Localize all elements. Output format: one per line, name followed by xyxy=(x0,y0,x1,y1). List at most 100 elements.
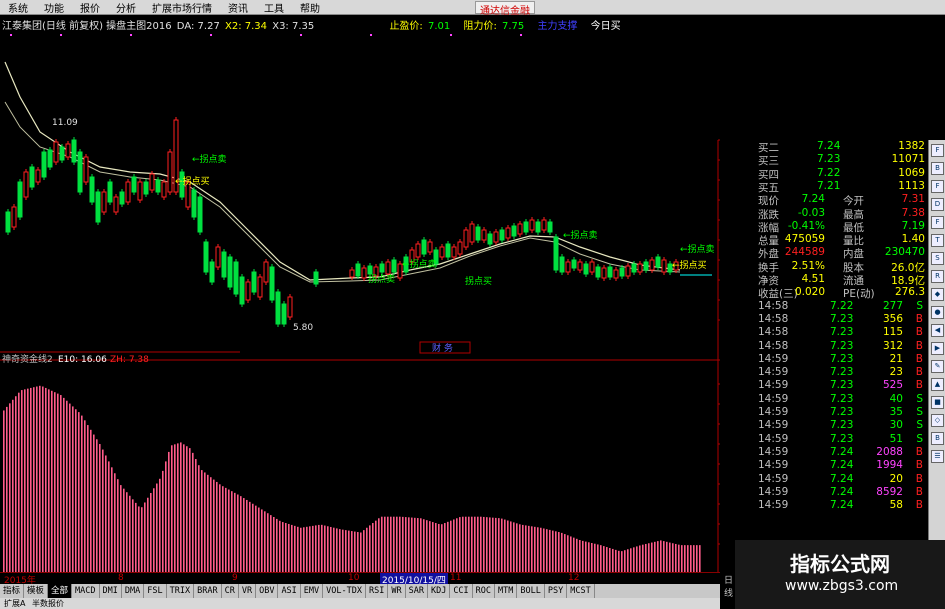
status-item[interactable]: 扩展A xyxy=(4,599,25,608)
tab-psy[interactable]: PSY xyxy=(545,584,568,598)
menu-analysis[interactable]: 分析 xyxy=(108,0,144,15)
quote-cell: B xyxy=(915,326,923,339)
candle xyxy=(125,181,131,203)
tab-boll[interactable]: BOLL xyxy=(517,584,545,598)
toolbar-icon-18[interactable]: ☰ xyxy=(931,450,944,463)
candle xyxy=(137,181,143,201)
indicator-bar xyxy=(645,543,647,572)
indicator-bar xyxy=(492,517,494,572)
tab-macd[interactable]: MACD xyxy=(72,584,100,598)
toolbar-icon-9[interactable]: ◆ xyxy=(931,288,944,301)
indicator-bar xyxy=(351,531,353,572)
candle xyxy=(415,243,421,258)
indicator-bar xyxy=(165,461,167,572)
toolbar-icon-3[interactable]: F xyxy=(931,180,944,193)
tab-mcst[interactable]: MCST xyxy=(567,584,595,598)
quote-cell: S xyxy=(916,419,923,432)
toolbar-icon-7[interactable]: S xyxy=(931,252,944,265)
indicator-bar xyxy=(255,505,257,572)
candle xyxy=(499,229,505,241)
indicator-bar xyxy=(192,452,194,572)
indicator-bar xyxy=(297,526,299,572)
quote-cell: 35 xyxy=(889,406,903,418)
quote-cell: 1113 xyxy=(898,179,925,192)
indicator-bar xyxy=(432,522,434,572)
indicator-bar xyxy=(618,550,620,572)
quote-cell: 7.24 xyxy=(830,459,854,472)
tab-emv[interactable]: EMV xyxy=(301,584,324,598)
menu-quote[interactable]: 报价 xyxy=(72,0,108,15)
indicator-bar xyxy=(207,474,209,572)
toolbar-icon-6[interactable]: T xyxy=(931,234,944,247)
tab-指标[interactable]: 指标 xyxy=(0,584,25,598)
tab-dma[interactable]: DMA xyxy=(122,584,145,598)
candle xyxy=(439,246,445,258)
period-label[interactable]: 日线 xyxy=(724,573,733,599)
toolbar-icon-1[interactable]: F xyxy=(931,144,944,157)
menu-function[interactable]: 功能 xyxy=(36,0,72,15)
indicator-bar xyxy=(495,517,497,572)
candle xyxy=(53,141,59,163)
tab-wr[interactable]: WR xyxy=(388,584,406,598)
tab-cr[interactable]: CR xyxy=(222,584,239,598)
tab-obv[interactable]: OBV xyxy=(256,584,279,598)
watermark: 指标公式网 www.zbgs3.com xyxy=(735,540,945,609)
tab-asi[interactable]: ASI xyxy=(278,584,301,598)
fin-row: 净资 4.51 流通 18.9亿 xyxy=(755,273,927,287)
menu-system[interactable]: 系统 xyxy=(0,0,36,15)
menu-news[interactable]: 资讯 xyxy=(220,0,256,15)
menu-extended-market[interactable]: 扩展市场行情 xyxy=(144,0,220,15)
tab-模板[interactable]: 模板 xyxy=(24,584,49,598)
tab-kdj[interactable]: KDJ xyxy=(428,584,451,598)
toolbar-icon-4[interactable]: D xyxy=(931,198,944,211)
candle xyxy=(655,256,661,268)
indicator-bar xyxy=(366,527,368,572)
menu-tools[interactable]: 工具 xyxy=(256,0,292,15)
quote-cell: 40 xyxy=(889,392,903,405)
tab-全部[interactable]: 全部 xyxy=(48,584,73,598)
tab-fsl[interactable]: FSL xyxy=(144,584,167,598)
tab-trix[interactable]: TRIX xyxy=(167,584,195,598)
menu-help[interactable]: 帮助 xyxy=(292,0,328,15)
indicator-bar xyxy=(543,528,545,572)
menu-bar: 系统 功能 报价 分析 扩展市场行情 资讯 工具 帮助 通达信金融 xyxy=(0,0,945,17)
indicator-bar xyxy=(243,498,245,572)
indicator-bar xyxy=(39,385,41,572)
toolbar-icon-12[interactable]: ▶ xyxy=(931,342,944,355)
indicator-bar xyxy=(27,388,29,572)
indicator-bar xyxy=(114,473,116,572)
tab-brar[interactable]: BRAR xyxy=(194,584,222,598)
indicator-bar xyxy=(582,540,584,572)
tab-vr[interactable]: VR xyxy=(239,584,257,598)
stat-row: 涨幅 -0.41% 最低 7.19 xyxy=(755,220,927,234)
toolbar-icon-11[interactable]: ◀ xyxy=(931,324,944,337)
toolbar-icon-17[interactable]: B xyxy=(931,432,944,445)
candle xyxy=(83,156,89,183)
toolbar-icon-10[interactable]: ● xyxy=(931,306,944,319)
tab-dmi[interactable]: DMI xyxy=(100,584,122,598)
quote-cell: 7.23 xyxy=(830,312,854,325)
indicator-bar xyxy=(177,443,179,572)
toolbar-icon-14[interactable]: ▲ xyxy=(931,378,944,391)
candle xyxy=(113,196,119,213)
toolbar-icon-16[interactable]: ◇ xyxy=(931,414,944,427)
tick-row: 14:58 7.23 356 B xyxy=(755,313,927,326)
toolbar-icon-8[interactable]: R xyxy=(931,270,944,283)
toolbar-icon-13[interactable]: ✎ xyxy=(931,360,944,373)
tab-mtm[interactable]: MTM xyxy=(495,584,518,598)
indicator-bar xyxy=(696,545,698,572)
status-item[interactable]: 半数报价 xyxy=(32,599,64,608)
indicator-bar xyxy=(129,495,131,572)
kline-chart[interactable]: 10.009.509.008.508.007.507.006.506.00 11… xyxy=(0,32,720,572)
tab-roc[interactable]: ROC xyxy=(473,584,496,598)
toolbar-icon-15[interactable]: ■ xyxy=(931,396,944,409)
tab-sar[interactable]: SAR xyxy=(406,584,428,598)
toolbar-icon-2[interactable]: B xyxy=(931,162,944,175)
tab-rsi[interactable]: RSI xyxy=(366,584,389,598)
tab-cci[interactable]: CCI xyxy=(450,584,473,598)
tab-vol-tdx[interactable]: VOL-TDX xyxy=(323,584,366,598)
indicator-bar xyxy=(597,544,599,572)
indicator-bar xyxy=(588,542,590,572)
toolbar-icon-5[interactable]: F xyxy=(931,216,944,229)
candle xyxy=(71,139,77,163)
